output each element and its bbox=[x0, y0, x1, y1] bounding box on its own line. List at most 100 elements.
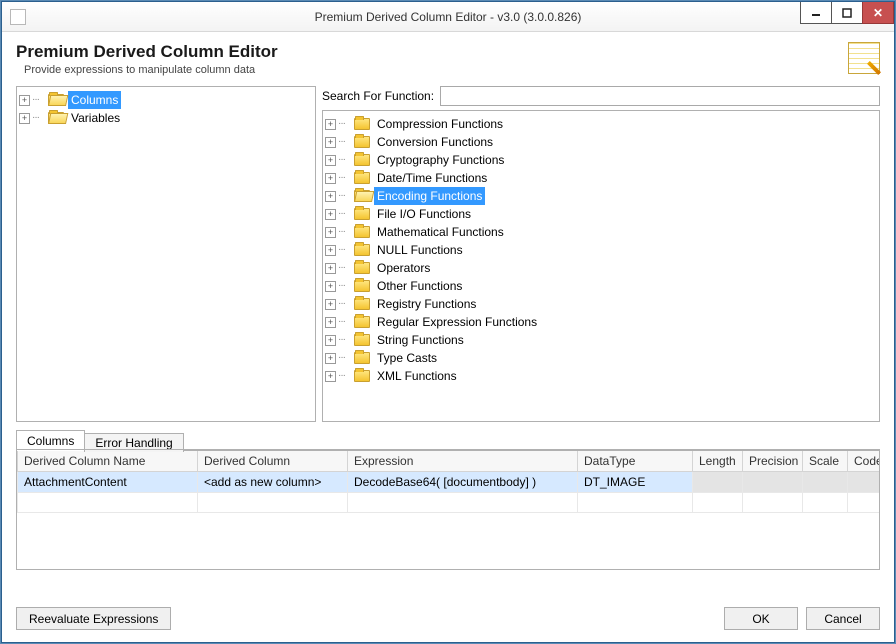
tree-item-label[interactable]: Compression Functions bbox=[374, 115, 506, 133]
tree-connector: ··· bbox=[32, 91, 46, 109]
tree-item-label[interactable]: Operators bbox=[374, 259, 433, 277]
expand-icon[interactable]: + bbox=[325, 209, 336, 220]
reevaluate-button[interactable]: Reevaluate Expressions bbox=[16, 607, 171, 630]
col-expression[interactable]: Expression bbox=[348, 451, 578, 472]
folder-icon bbox=[354, 154, 370, 166]
tree-item[interactable]: +··· Columns bbox=[19, 91, 313, 109]
tree-connector: ··· bbox=[338, 223, 352, 241]
tree-item[interactable]: +··· Encoding Functions bbox=[325, 187, 877, 205]
tree-item[interactable]: +··· String Functions bbox=[325, 331, 877, 349]
tree-item-label[interactable]: Other Functions bbox=[374, 277, 465, 295]
tree-item[interactable]: +···Conversion Functions bbox=[325, 133, 877, 151]
table-row-empty[interactable] bbox=[18, 493, 881, 513]
expand-icon[interactable]: + bbox=[325, 263, 336, 274]
folder-icon bbox=[354, 190, 370, 202]
tree-item[interactable]: +···NULL Functions bbox=[325, 241, 877, 259]
tree-connector: ··· bbox=[338, 151, 352, 169]
tree-item-label[interactable]: Registry Functions bbox=[374, 295, 479, 313]
search-input[interactable] bbox=[440, 86, 880, 106]
col-length[interactable]: Length bbox=[693, 451, 743, 472]
cell-derived[interactable]: <add as new column> bbox=[198, 472, 348, 493]
tree-item-label[interactable]: String Functions bbox=[374, 331, 467, 349]
tree-item-label[interactable]: Cryptography Functions bbox=[374, 151, 507, 169]
tree-item-label[interactable]: Type Casts bbox=[374, 349, 440, 367]
maximize-button[interactable] bbox=[831, 2, 863, 24]
expand-icon[interactable]: + bbox=[325, 191, 336, 202]
folder-icon bbox=[48, 94, 64, 106]
folder-icon bbox=[354, 136, 370, 148]
close-button[interactable]: ✕ bbox=[862, 2, 894, 24]
cell-length[interactable] bbox=[693, 472, 743, 493]
tree-item[interactable]: +···Other Functions bbox=[325, 277, 877, 295]
tree-item[interactable]: +···Registry Functions bbox=[325, 295, 877, 313]
tree-item-label[interactable]: File I/O Functions bbox=[374, 205, 474, 223]
tree-item[interactable]: +···Operators bbox=[325, 259, 877, 277]
expand-icon[interactable]: + bbox=[325, 119, 336, 130]
expand-icon[interactable]: + bbox=[325, 227, 336, 238]
expand-icon[interactable]: + bbox=[325, 137, 336, 148]
cell-codepage[interactable] bbox=[848, 472, 881, 493]
tree-item[interactable]: +··· Type Casts bbox=[325, 349, 877, 367]
tree-connector: ··· bbox=[338, 349, 352, 367]
col-name[interactable]: Derived Column Name bbox=[18, 451, 198, 472]
folder-icon bbox=[354, 118, 370, 130]
tree-connector: ··· bbox=[338, 205, 352, 223]
expand-icon[interactable]: + bbox=[325, 317, 336, 328]
folder-icon bbox=[354, 370, 370, 382]
tree-item-label[interactable]: Variables bbox=[68, 109, 123, 127]
folder-icon bbox=[354, 298, 370, 310]
tree-item-label[interactable]: Conversion Functions bbox=[374, 133, 496, 151]
expand-icon[interactable]: + bbox=[325, 335, 336, 346]
expand-icon[interactable]: + bbox=[325, 281, 336, 292]
window-controls: ✕ bbox=[801, 2, 894, 26]
tree-connector: ··· bbox=[338, 331, 352, 349]
tree-item-label[interactable]: Encoding Functions bbox=[374, 187, 485, 205]
ok-button[interactable]: OK bbox=[724, 607, 798, 630]
tree-item-label[interactable]: Columns bbox=[68, 91, 121, 109]
tree-item-label[interactable]: NULL Functions bbox=[374, 241, 466, 259]
expand-icon[interactable]: + bbox=[325, 371, 336, 382]
folder-icon bbox=[354, 352, 370, 364]
cell-precision[interactable] bbox=[743, 472, 803, 493]
tree-item[interactable]: +···Regular Expression Functions bbox=[325, 313, 877, 331]
tree-item[interactable]: +··· Cryptography Functions bbox=[325, 151, 877, 169]
cell-datatype[interactable]: DT_IMAGE bbox=[578, 472, 693, 493]
tree-item[interactable]: +··· Mathematical Functions bbox=[325, 223, 877, 241]
cell-scale[interactable] bbox=[803, 472, 848, 493]
tree-connector: ··· bbox=[338, 187, 352, 205]
col-codepage[interactable]: CodePage bbox=[848, 451, 881, 472]
expand-icon[interactable]: + bbox=[19, 95, 30, 106]
left-tree-panel[interactable]: +··· Columns +··· Variables bbox=[16, 86, 316, 422]
tree-connector: ··· bbox=[32, 109, 46, 127]
tab-columns[interactable]: Columns bbox=[16, 430, 85, 451]
tree-item[interactable]: +···Date/Time Functions bbox=[325, 169, 877, 187]
cancel-button[interactable]: Cancel bbox=[806, 607, 880, 630]
folder-icon bbox=[48, 112, 64, 124]
tree-item-label[interactable]: Mathematical Functions bbox=[374, 223, 507, 241]
col-precision[interactable]: Precision bbox=[743, 451, 803, 472]
expand-icon[interactable]: + bbox=[325, 173, 336, 184]
col-scale[interactable]: Scale bbox=[803, 451, 848, 472]
cell-name[interactable]: AttachmentContent bbox=[18, 472, 198, 493]
tree-item[interactable]: +··· Variables bbox=[19, 109, 313, 127]
tree-item[interactable]: +···XML Functions bbox=[325, 367, 877, 385]
expand-icon[interactable]: + bbox=[325, 155, 336, 166]
expand-icon[interactable]: + bbox=[325, 245, 336, 256]
tree-item-label[interactable]: Date/Time Functions bbox=[374, 169, 490, 187]
expand-icon[interactable]: + bbox=[19, 113, 30, 124]
window-title: Premium Derived Column Editor - v3.0 (3.… bbox=[2, 10, 894, 24]
columns-grid[interactable]: Derived Column Name Derived Column Expre… bbox=[16, 450, 880, 570]
tree-item[interactable]: +··· File I/O Functions bbox=[325, 205, 877, 223]
cell-expression[interactable]: DecodeBase64( [documentbody] ) bbox=[348, 472, 578, 493]
expand-icon[interactable]: + bbox=[325, 299, 336, 310]
functions-tree-panel[interactable]: +···Compression Functions+···Conversion … bbox=[322, 110, 880, 422]
expand-icon[interactable]: + bbox=[325, 353, 336, 364]
tree-item[interactable]: +···Compression Functions bbox=[325, 115, 877, 133]
col-datatype[interactable]: DataType bbox=[578, 451, 693, 472]
folder-icon bbox=[354, 226, 370, 238]
col-derived[interactable]: Derived Column bbox=[198, 451, 348, 472]
table-row[interactable]: AttachmentContent <add as new column> De… bbox=[18, 472, 881, 493]
tree-item-label[interactable]: XML Functions bbox=[374, 367, 460, 385]
tree-item-label[interactable]: Regular Expression Functions bbox=[374, 313, 540, 331]
minimize-button[interactable] bbox=[800, 2, 832, 24]
